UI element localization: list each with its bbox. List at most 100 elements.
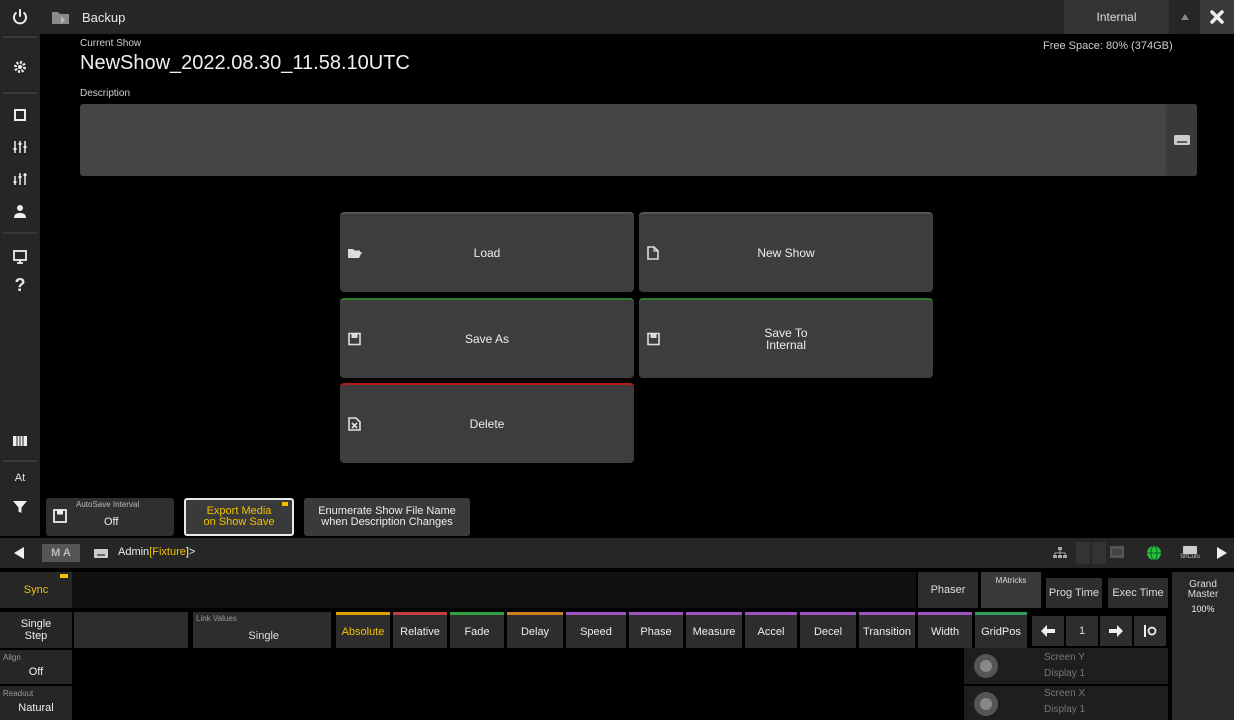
user-icon[interactable]: [3, 196, 37, 226]
free-space-label: Free Space: 80% (374GB): [1043, 40, 1173, 52]
exec-time-button[interactable]: Exec Time: [1108, 578, 1168, 608]
left-arrow-icon[interactable]: [0, 538, 38, 568]
title-bar: Backup Internal: [40, 0, 1234, 34]
export-media-label: Export Media on Show Save: [203, 505, 275, 528]
description-label: Description: [80, 88, 131, 99]
filter-icon[interactable]: [3, 492, 37, 522]
matricks-button[interactable]: MAtricks: [981, 572, 1041, 608]
power-icon[interactable]: [3, 2, 37, 32]
command-line-input[interactable]: Admin[Fixture]>: [118, 546, 195, 558]
link-values-label: Link Values: [196, 614, 237, 623]
ma-logo: M A: [42, 544, 80, 562]
readout-button[interactable]: Readout Natural: [0, 686, 72, 720]
encoder-dial[interactable]: [974, 692, 998, 716]
grand-master-label: Grand Master: [1187, 579, 1219, 600]
new-show-label: New Show: [757, 246, 815, 260]
layer-absolute[interactable]: Absolute: [336, 612, 390, 648]
collapse-arrow-icon[interactable]: [1170, 0, 1200, 34]
faders-icon[interactable]: [3, 132, 37, 162]
keyboard-icon: [1183, 546, 1197, 554]
status-slot: [1092, 542, 1106, 564]
blank-encoder-button[interactable]: [74, 612, 188, 648]
step-options-icon[interactable]: [1134, 616, 1166, 646]
screen-x-encoder[interactable]: Screen X Display 1: [964, 686, 1168, 720]
enumerate-label: Enumerate Show File Name when Descriptio…: [318, 505, 456, 528]
keyboard-icon[interactable]: [1166, 104, 1197, 176]
layer-phase[interactable]: Phase: [629, 612, 683, 648]
link-values-value: Single: [248, 630, 279, 642]
align-value: Off: [28, 666, 44, 678]
show-name: NewShow_2022.08.30_11.58.10UTC: [80, 52, 410, 74]
toggle-indicator: [282, 502, 288, 506]
shortcuts-button[interactable]: ShCuts: [1172, 538, 1208, 568]
layer-decel[interactable]: Decel: [800, 612, 856, 648]
step-value[interactable]: 1: [1066, 616, 1098, 646]
new-file-icon: [647, 246, 659, 260]
enumerate-toggle[interactable]: Enumerate Show File Name when Descriptio…: [304, 498, 470, 536]
help-button[interactable]: ?: [3, 270, 37, 300]
layer-transition[interactable]: Transition: [859, 612, 915, 648]
load-label: Load: [473, 246, 501, 260]
autosave-label: AutoSave Interval: [76, 500, 140, 509]
save-disk-icon: [647, 332, 660, 346]
screen-y-label: Screen Y: [1044, 652, 1085, 663]
export-media-toggle[interactable]: Export Media on Show Save: [184, 498, 294, 536]
globe-online-icon[interactable]: [1146, 545, 1162, 561]
right-arrow-icon[interactable]: [1210, 538, 1234, 568]
save-as-button[interactable]: Save As: [340, 298, 634, 378]
message-icon[interactable]: [1110, 546, 1124, 558]
load-button[interactable]: Load: [340, 212, 634, 292]
layer-accel[interactable]: Accel: [745, 612, 797, 648]
sync-button[interactable]: Sync: [0, 572, 72, 608]
layer-fade[interactable]: Fade: [450, 612, 504, 648]
backup-folder-icon: [51, 9, 71, 25]
readout-label: Readout: [3, 689, 34, 698]
delete-label: Delete: [469, 417, 505, 431]
layer-width[interactable]: Width: [918, 612, 972, 648]
status-slot: [1076, 542, 1090, 564]
at-button[interactable]: At: [3, 463, 37, 493]
save-to-internal-button[interactable]: Save To Internal: [639, 298, 933, 378]
prog-time-button[interactable]: Prog Time: [1046, 578, 1102, 608]
description-field[interactable]: [80, 104, 1197, 176]
screen-y-encoder[interactable]: Screen Y Display 1: [964, 648, 1168, 684]
window-title: Backup: [82, 10, 126, 25]
save-disk-icon: [348, 332, 361, 346]
align-label: Align: [3, 653, 21, 662]
step-forward-arrow-icon[interactable]: [1100, 616, 1132, 646]
new-show-button[interactable]: New Show: [639, 212, 933, 292]
phaser-button[interactable]: Phaser: [918, 572, 978, 608]
close-icon[interactable]: [1200, 0, 1234, 34]
encoder-dial[interactable]: [974, 654, 998, 678]
autosave-interval-button[interactable]: AutoSave Interval Off: [46, 498, 174, 536]
keyboard-icon[interactable]: [94, 549, 108, 558]
step-back-arrow-icon[interactable]: [1032, 616, 1064, 646]
grand-master-value: 100%: [1191, 604, 1215, 614]
command-line-bar: M A Admin[Fixture]> ShCuts: [0, 538, 1234, 568]
keypad-icon[interactable]: [3, 426, 37, 456]
save-to-internal-label: Save To Internal: [764, 326, 808, 352]
layer-relative[interactable]: Relative: [393, 612, 447, 648]
single-step-button[interactable]: Single Step: [0, 612, 72, 648]
window-icon[interactable]: [3, 100, 37, 130]
current-show-label: Current Show: [80, 38, 142, 49]
encoder-faders-icon[interactable]: [3, 164, 37, 194]
settings-gear-icon[interactable]: [3, 52, 37, 82]
link-values-button[interactable]: Link Values Single: [193, 612, 331, 648]
screen-x-label: Screen X: [1044, 688, 1086, 699]
screen-y-display: Display 1: [1044, 668, 1086, 679]
save-disk-icon: [53, 509, 67, 523]
autosave-value: Off: [104, 516, 119, 528]
storage-selector[interactable]: Internal: [1064, 0, 1169, 34]
layer-gridpos[interactable]: GridPos: [975, 612, 1027, 648]
delete-button[interactable]: Delete: [340, 383, 634, 463]
toggle-indicator: [60, 574, 68, 578]
monitor-icon[interactable]: [3, 242, 37, 272]
layer-speed[interactable]: Speed: [566, 612, 626, 648]
align-button[interactable]: Align Off: [0, 650, 72, 684]
grand-master-fader[interactable]: Grand Master 100%: [1172, 572, 1234, 720]
layer-delay[interactable]: Delay: [507, 612, 563, 648]
network-icon[interactable]: [1046, 538, 1074, 568]
encoder-toolbar-bg: [72, 572, 916, 608]
layer-measure[interactable]: Measure: [686, 612, 742, 648]
